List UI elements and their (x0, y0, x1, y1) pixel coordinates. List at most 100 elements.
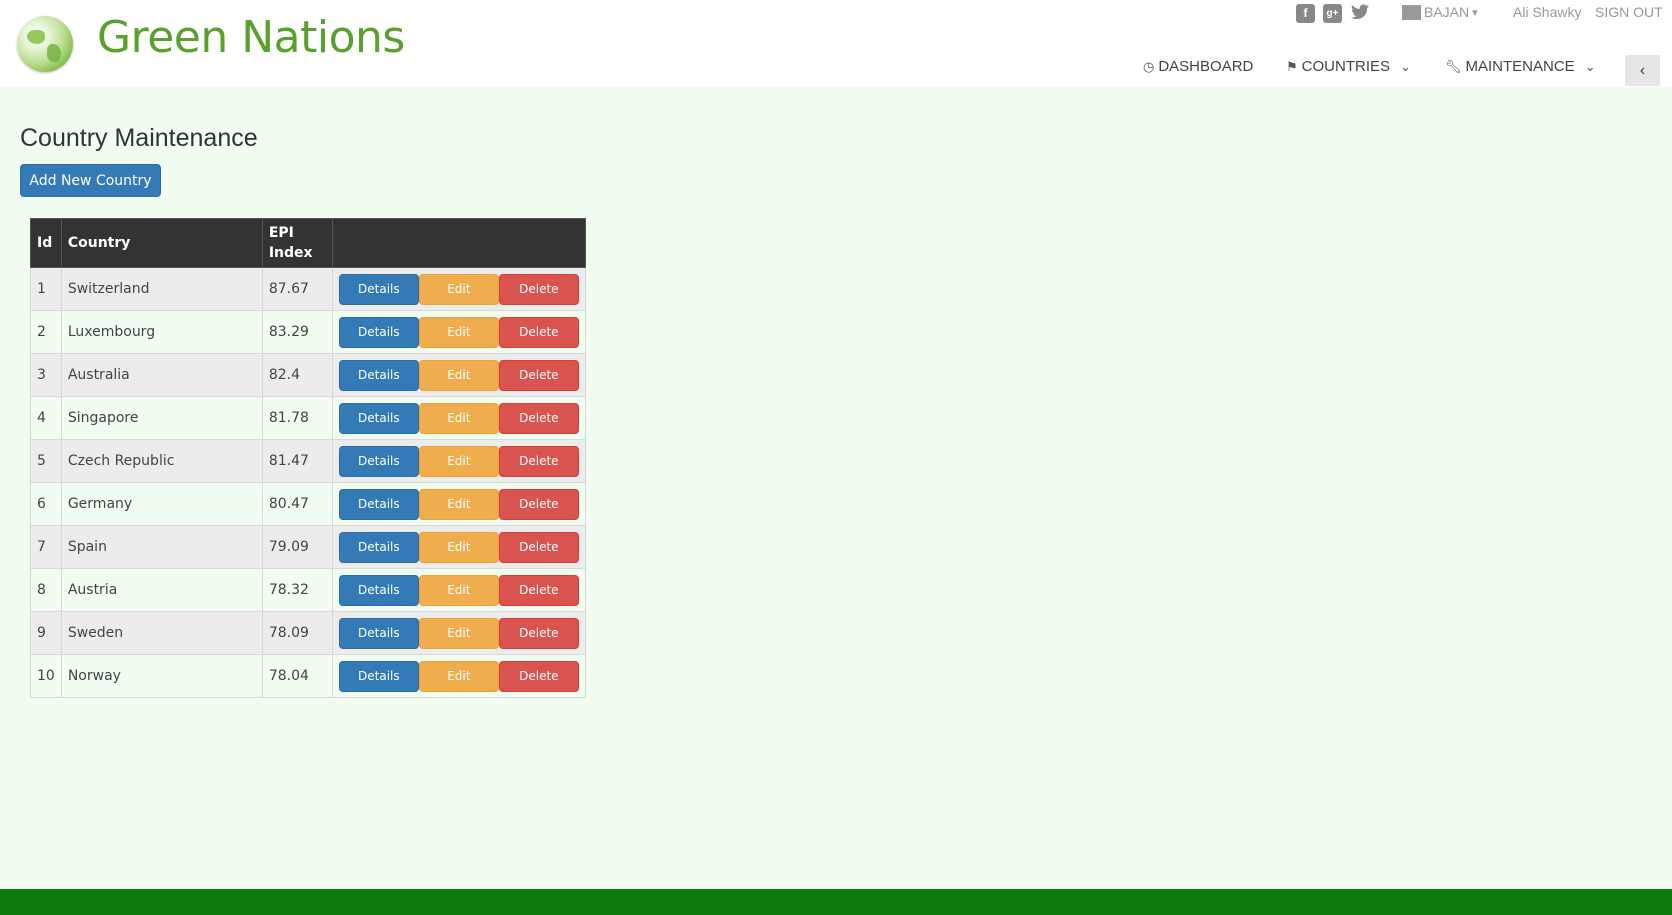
cell-actions: Details Edit Delete (331, 396, 586, 440)
edit-button[interactable]: Edit (418, 617, 499, 649)
cell-actions: Details Edit Delete (331, 353, 586, 397)
cell-epi-index: 81.78 (261, 396, 333, 440)
cell-epi-index: 81.47 (261, 439, 333, 483)
delete-button[interactable]: Delete (498, 445, 579, 477)
header-country: Country (60, 218, 263, 268)
header: Green Nations f g+ BAJAN ▾ Ali Shawky SI… (0, 0, 1672, 87)
cell-id: 9 (30, 611, 62, 655)
cell-id: 1 (30, 267, 62, 311)
details-button[interactable]: Details (338, 488, 419, 520)
cell-epi-index: 78.32 (261, 568, 333, 612)
header-epi-line1: EPI (268, 225, 294, 241)
delete-button[interactable]: Delete (498, 660, 579, 692)
twitter-icon[interactable] (1350, 4, 1369, 23)
cell-country: Australia (60, 353, 263, 397)
globe-logo-icon[interactable] (17, 16, 73, 72)
delete-button[interactable]: Delete (498, 531, 579, 563)
nav-countries-label: COUNTRIES (1301, 58, 1390, 75)
table-row: 10 Norway 78.04 Details Edit Delete (30, 654, 586, 698)
cell-id: 8 (30, 568, 62, 612)
cell-id: 3 (30, 353, 62, 397)
edit-button[interactable]: Edit (418, 316, 499, 348)
edit-button[interactable]: Edit (418, 445, 499, 477)
brand-title[interactable]: Green Nations (97, 12, 405, 63)
cell-id: 4 (30, 396, 62, 440)
flag-icon (1402, 4, 1421, 20)
delete-button[interactable]: Delete (498, 316, 579, 348)
edit-button[interactable]: Edit (418, 359, 499, 391)
dashboard-icon: ◷ (1143, 58, 1155, 74)
details-button[interactable]: Details (338, 359, 419, 391)
cell-epi-index: 82.4 (261, 353, 333, 397)
chevron-left-icon: ‹ (1639, 62, 1646, 79)
cell-actions: Details Edit Delete (331, 482, 586, 526)
cell-id: 2 (30, 310, 62, 354)
cell-epi-index: 83.29 (261, 310, 333, 354)
flag-icon: ⚑ (1286, 58, 1298, 74)
delete-button[interactable]: Delete (498, 402, 579, 434)
nav-countries[interactable]: ⚑ COUNTRIES ⌄ (1286, 58, 1445, 75)
cell-epi-index: 79.09 (261, 525, 333, 569)
chevron-down-icon: ⌄ (1584, 58, 1596, 74)
details-button[interactable]: Details (338, 617, 419, 649)
table-row: 7 Spain 79.09 Details Edit Delete (30, 525, 586, 569)
cell-actions: Details Edit Delete (331, 568, 586, 612)
cell-actions: Details Edit Delete (331, 654, 586, 698)
details-button[interactable]: Details (338, 316, 419, 348)
cell-id: 6 (30, 482, 62, 526)
nav-maintenance[interactable]: 🔧︎ MAINTENANCE ⌄ (1445, 58, 1615, 75)
social-links: f g+ (1296, 4, 1369, 23)
user-name[interactable]: Ali Shawky (1513, 4, 1581, 20)
table-row: 4 Singapore 81.78 Details Edit Delete (30, 396, 586, 440)
delete-button[interactable]: Delete (498, 488, 579, 520)
details-button[interactable]: Details (338, 273, 419, 305)
sign-out-link[interactable]: SIGN OUT (1595, 4, 1663, 20)
nav-dashboard-label: DASHBOARD (1158, 58, 1254, 75)
details-button[interactable]: Details (338, 531, 419, 563)
header-epi-line2: Index (268, 245, 313, 261)
table-row: 9 Sweden 78.09 Details Edit Delete (30, 611, 586, 655)
details-button[interactable]: Details (338, 574, 419, 606)
details-button[interactable]: Details (338, 402, 419, 434)
edit-button[interactable]: Edit (418, 273, 499, 305)
table-row: 8 Austria 78.32 Details Edit Delete (30, 568, 586, 612)
table-row: 5 Czech Republic 81.47 Details Edit Delete (30, 439, 586, 483)
cell-id: 7 (30, 525, 62, 569)
table-row: 3 Australia 82.4 Details Edit Delete (30, 353, 586, 397)
cell-country: Luxembourg (60, 310, 263, 354)
edit-button[interactable]: Edit (418, 574, 499, 606)
delete-button[interactable]: Delete (498, 617, 579, 649)
delete-button[interactable]: Delete (498, 359, 579, 391)
edit-button[interactable]: Edit (418, 402, 499, 434)
edit-button[interactable]: Edit (418, 660, 499, 692)
cell-epi-index: 80.47 (261, 482, 333, 526)
delete-button[interactable]: Delete (498, 574, 579, 606)
nav-dashboard[interactable]: ◷ DASHBOARD (1143, 58, 1286, 75)
cell-country: Spain (60, 525, 263, 569)
header-actions (331, 218, 586, 268)
facebook-icon[interactable]: f (1296, 4, 1315, 23)
table-row: 6 Germany 80.47 Details Edit Delete (30, 482, 586, 526)
table-header-row: Id Country EPI Index (30, 218, 586, 268)
nav-maintenance-label: MAINTENANCE (1465, 58, 1575, 75)
twitter-bird-icon (1350, 4, 1369, 20)
country-table: Id Country EPI Index 1 Switzerland 87.67 De… (30, 218, 586, 698)
sidebar-toggle-button[interactable]: ‹ (1625, 55, 1660, 86)
language-selector[interactable]: BAJAN ▾ (1402, 4, 1478, 20)
cell-country: Czech Republic (60, 439, 263, 483)
wrench-icon: 🔧︎ (1445, 58, 1462, 74)
delete-button[interactable]: Delete (498, 273, 579, 305)
cell-id: 5 (30, 439, 62, 483)
details-button[interactable]: Details (338, 445, 419, 477)
cell-epi-index: 78.04 (261, 654, 333, 698)
edit-button[interactable]: Edit (418, 488, 499, 520)
add-country-button[interactable]: Add New Country (20, 164, 161, 197)
google-plus-icon[interactable]: g+ (1323, 4, 1342, 23)
cell-country: Sweden (60, 611, 263, 655)
cell-actions: Details Edit Delete (331, 439, 586, 483)
edit-button[interactable]: Edit (418, 531, 499, 563)
chevron-down-icon: ⌄ (1400, 58, 1411, 74)
cell-country: Germany (60, 482, 263, 526)
details-button[interactable]: Details (338, 660, 419, 692)
header-id: Id (30, 218, 62, 268)
